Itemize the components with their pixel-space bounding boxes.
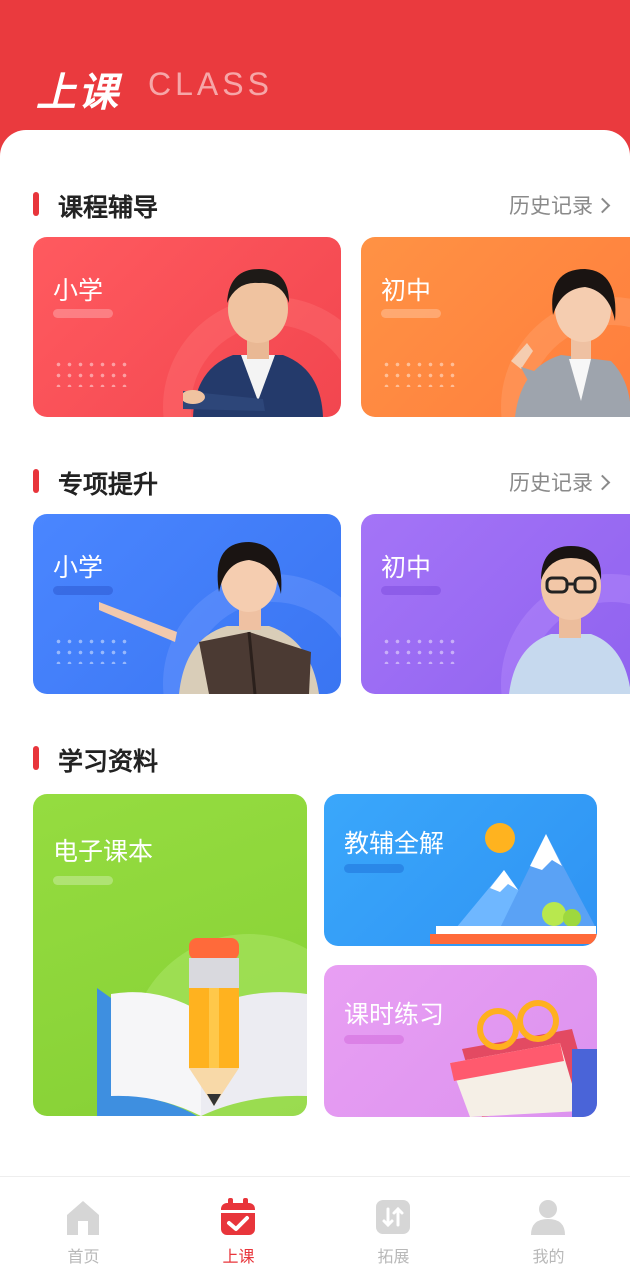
card-underline [344, 1035, 404, 1044]
card-label: 电子课本 [53, 837, 154, 866]
mountain-illustration [430, 823, 597, 944]
course-card-middle[interactable]: 初中 [361, 237, 630, 417]
decor-dots [53, 359, 133, 387]
decor-dots [381, 636, 461, 664]
tab-home[interactable]: 首页 [5, 1177, 162, 1280]
section-title: 课程辅导 [58, 193, 159, 222]
section-title: 学习资料 [58, 747, 159, 776]
tab-expand[interactable]: 拓展 [315, 1177, 472, 1280]
section-accent-bar [33, 192, 39, 216]
section-title: 专项提升 [58, 470, 159, 499]
page-header: 上课 CLASS [0, 0, 630, 140]
calendar-illustration [450, 1000, 597, 1117]
tab-label: 上课 [222, 1247, 255, 1266]
teacher-glasses-illustration [509, 546, 630, 694]
section-accent-bar [33, 469, 39, 493]
class-calendar-icon [221, 1198, 255, 1235]
lesson-practice-card[interactable]: 课时练习 [324, 965, 597, 1117]
card-underline [381, 309, 441, 318]
chevron-right-icon [594, 474, 611, 490]
history-link-label: 历史记录 [509, 471, 593, 495]
history-link[interactable]: 历史记录 [509, 467, 611, 497]
section-header-special-improve: 专项提升 历史记录 [0, 463, 630, 499]
tab-class[interactable]: 上课 [160, 1177, 317, 1280]
bottom-tab-bar: 首页 上课 拓展 我的 [0, 1176, 630, 1280]
history-link[interactable]: 历史记录 [509, 190, 611, 220]
card-label: 初中 [381, 276, 432, 305]
expand-icon [376, 1200, 410, 1234]
ebook-card[interactable]: 电子课本 [33, 794, 307, 1116]
card-label: 教辅全解 [344, 829, 445, 858]
section-accent-bar [33, 746, 39, 770]
card-label: 课时练习 [344, 1000, 445, 1029]
page-subtitle: CLASS [148, 66, 273, 102]
card-underline [344, 864, 404, 873]
teacher-female-illustration [511, 269, 630, 417]
card-underline [53, 876, 113, 885]
card-underline [381, 586, 441, 595]
decor-dots [381, 359, 461, 387]
tab-label: 我的 [532, 1247, 565, 1266]
course-card-primary[interactable]: 小学 [33, 237, 341, 417]
card-label: 小学 [53, 553, 104, 582]
teacher-reading-illustration [99, 542, 319, 694]
profile-icon [531, 1200, 565, 1235]
teacher-male-illustration [183, 269, 323, 417]
card-label: 小学 [53, 276, 104, 305]
tab-label: 拓展 [377, 1247, 410, 1266]
special-card-primary[interactable]: 小学 [33, 514, 341, 694]
main-content: 课程辅导 历史记录 小学 初中 专项提升 历史记录 小学 初中 学习资料 电子课… [0, 130, 630, 1180]
chevron-right-icon [594, 197, 611, 213]
section-header-course-tutoring: 课程辅导 历史记录 [0, 186, 630, 222]
section-header-study-materials: 学习资料 [0, 740, 630, 776]
page-title: 上课 [36, 70, 120, 116]
tab-profile[interactable]: 我的 [470, 1177, 627, 1280]
tab-label: 首页 [67, 1247, 100, 1266]
guide-card[interactable]: 教辅全解 [324, 794, 597, 946]
card-underline [53, 309, 113, 318]
open-book-pencil-illustration [97, 938, 307, 1116]
special-card-middle[interactable]: 初中 [361, 514, 630, 694]
home-icon [67, 1201, 99, 1235]
history-link-label: 历史记录 [509, 194, 593, 218]
card-label: 初中 [381, 553, 432, 582]
